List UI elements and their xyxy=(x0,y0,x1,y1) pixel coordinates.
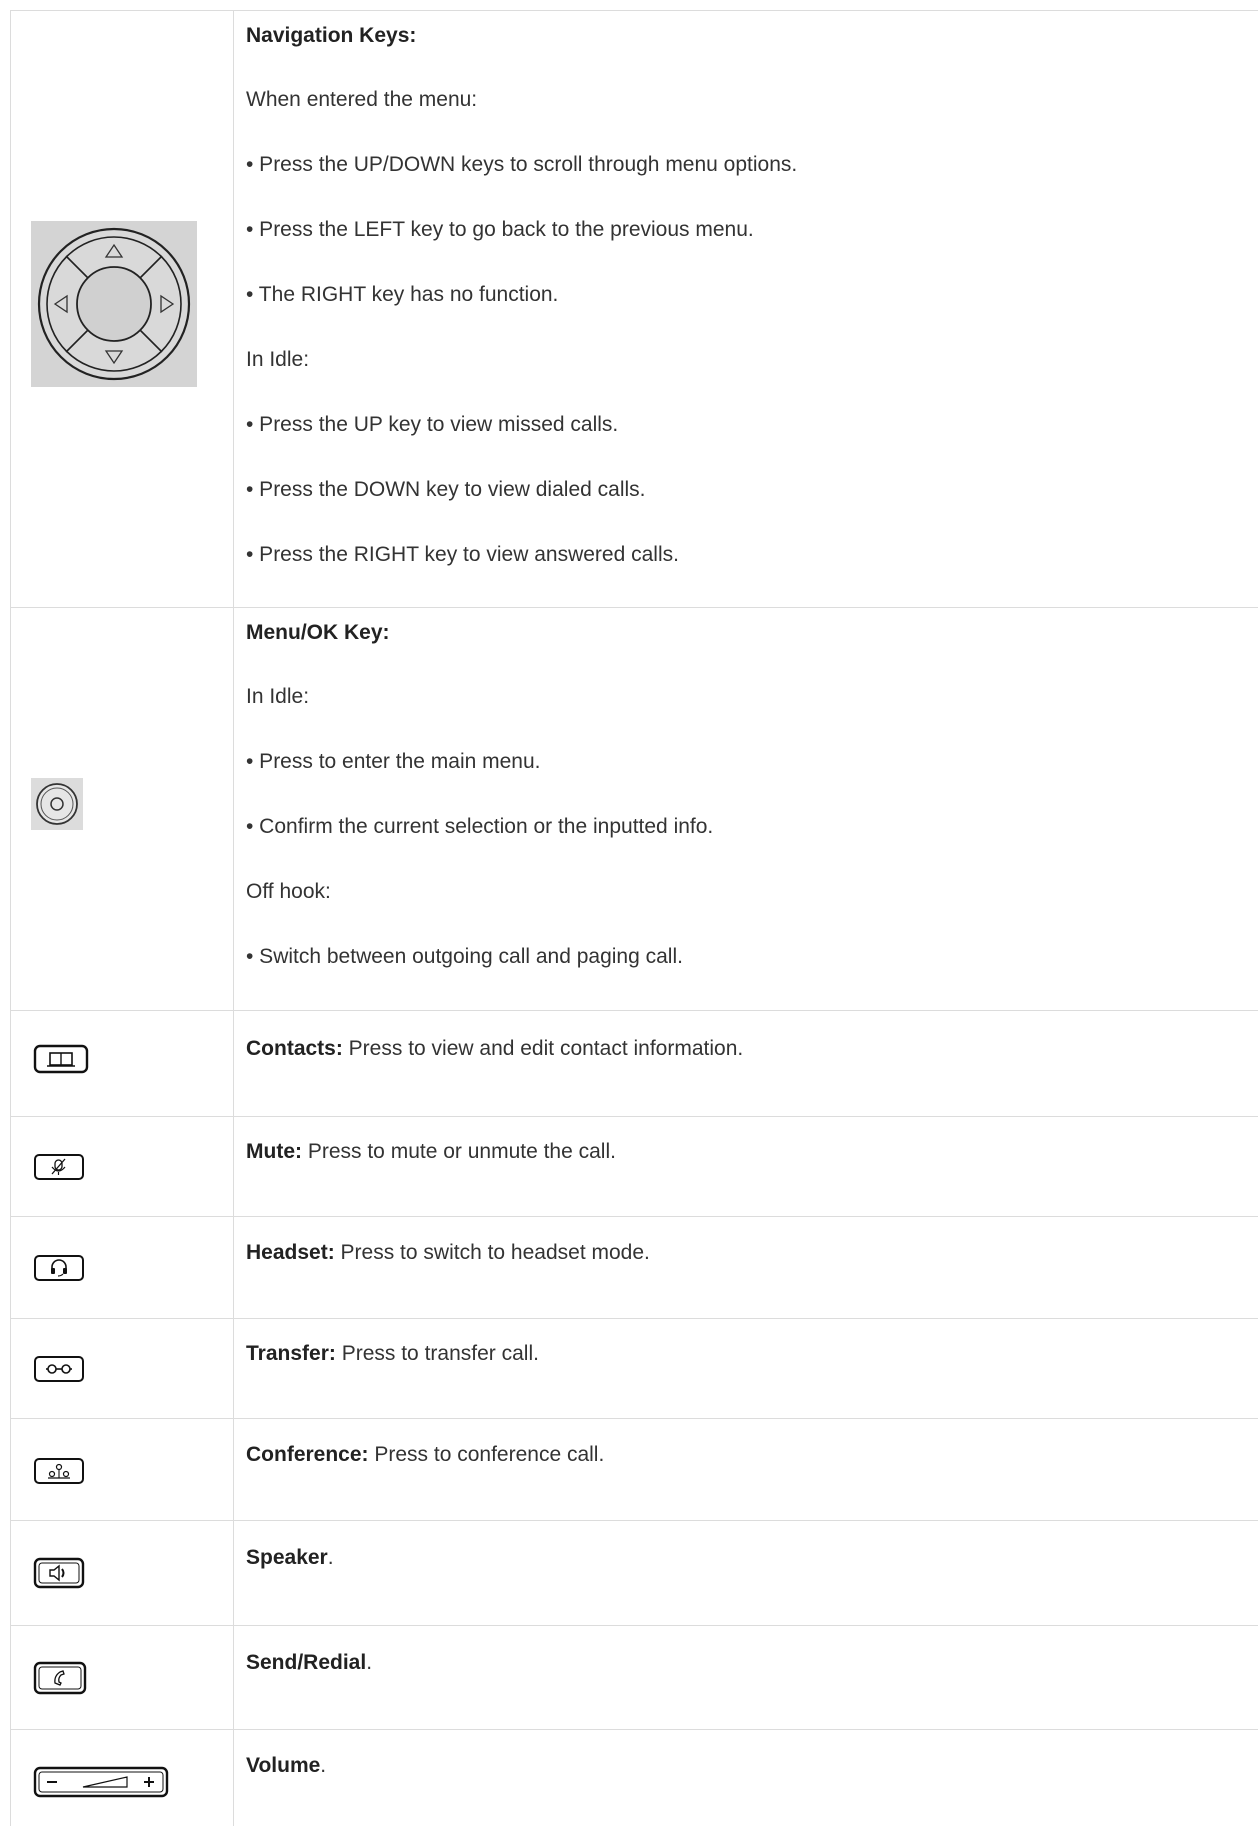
headset-text-cell: Headset: Press to switch to headset mode… xyxy=(246,1217,1248,1318)
transfer-icon xyxy=(33,1355,85,1383)
contacts-desc: Press to view and edit contact informati… xyxy=(342,1037,744,1060)
volume-desc: . xyxy=(320,1754,327,1777)
navigation-line-1: When entered the menu: xyxy=(246,88,478,111)
volume-description: Volume. xyxy=(246,1753,326,1779)
conference-text-cell: Conference: Press to conference call. xyxy=(246,1419,1248,1520)
volume-text-cell: Volume. xyxy=(246,1730,1248,1826)
menu-ok-key-icon xyxy=(31,778,83,830)
column-divider xyxy=(233,10,234,1826)
send-redial-icon-cell xyxy=(11,1626,233,1729)
navigation-pad-icon xyxy=(31,221,197,387)
navigation-keys-title: Navigation Keys: xyxy=(246,24,417,47)
menu-ok-title: Menu/OK Key: xyxy=(246,621,390,644)
menu-ok-line-5: • Switch between outgoing call and pagin… xyxy=(246,945,683,968)
conference-desc: Press to conference call. xyxy=(368,1443,605,1466)
mute-icon-cell xyxy=(11,1117,233,1216)
headset-icon-cell xyxy=(11,1217,233,1318)
navigation-line-7: • Press the DOWN key to view dialed call… xyxy=(246,478,646,501)
volume-title: Volume xyxy=(246,1754,321,1777)
navigation-text-cell: Navigation Keys: When entered the menu: … xyxy=(246,11,1248,607)
conference-icon-cell xyxy=(11,1419,233,1520)
navigation-line-3: • Press the LEFT key to go back to the p… xyxy=(246,218,754,241)
navigation-line-2: • Press the UP/DOWN keys to scroll throu… xyxy=(246,153,798,176)
mute-desc: Press to mute or unmute the call. xyxy=(302,1140,616,1163)
speaker-icon-cell xyxy=(11,1521,233,1625)
conference-description: Conference: Press to conference call. xyxy=(246,1442,604,1468)
transfer-text-cell: Transfer: Press to transfer call. xyxy=(246,1319,1248,1418)
menu-ok-line-3: • Confirm the current selection or the i… xyxy=(246,815,714,838)
speaker-text-cell: Speaker. xyxy=(246,1521,1248,1625)
speaker-icon xyxy=(33,1557,85,1589)
conference-icon xyxy=(33,1457,85,1485)
navigation-line-5: In Idle: xyxy=(246,348,310,371)
transfer-icon-cell xyxy=(11,1319,233,1418)
transfer-title: Transfer: xyxy=(246,1342,336,1365)
headset-icon xyxy=(33,1254,85,1282)
headset-desc: Press to switch to headset mode. xyxy=(334,1241,650,1264)
menu-ok-line-4: Off hook: xyxy=(246,880,331,903)
transfer-description: Transfer: Press to transfer call. xyxy=(246,1341,539,1367)
navigation-line-6: • Press the UP key to view missed calls. xyxy=(246,413,619,436)
volume-rocker-icon xyxy=(33,1766,169,1798)
navigation-line-8: • Press the RIGHT key to view answered c… xyxy=(246,543,679,566)
menu-ok-text-cell: Menu/OK Key: In Idle: • Press to enter t… xyxy=(246,608,1248,1010)
menu-ok-icon-cell xyxy=(11,608,233,1010)
mute-text-cell: Mute: Press to mute or unmute the call. xyxy=(246,1117,1248,1216)
mute-title: Mute: xyxy=(246,1140,302,1163)
send-redial-title: Send/Redial xyxy=(246,1651,367,1674)
contacts-book-icon xyxy=(33,1044,89,1074)
speaker-title: Speaker xyxy=(246,1546,328,1569)
menu-ok-line-1: In Idle: xyxy=(246,685,310,708)
contacts-title: Contacts: xyxy=(246,1037,343,1060)
send-redial-text-cell: Send/Redial. xyxy=(246,1626,1248,1729)
conference-title: Conference: xyxy=(246,1443,369,1466)
send-redial-description: Send/Redial. xyxy=(246,1650,372,1676)
speaker-description: Speaker. xyxy=(246,1545,334,1571)
headset-description: Headset: Press to switch to headset mode… xyxy=(246,1240,650,1266)
key-description-table: Navigation Keys: When entered the menu: … xyxy=(0,0,1258,1826)
navigation-icon-cell xyxy=(11,11,233,607)
send-redial-desc: . xyxy=(366,1651,373,1674)
headset-title: Headset: xyxy=(246,1241,335,1264)
mute-description: Mute: Press to mute or unmute the call. xyxy=(246,1139,616,1165)
transfer-desc: Press to transfer call. xyxy=(335,1342,539,1365)
speaker-desc: . xyxy=(327,1546,334,1569)
contacts-text-cell: Contacts: Press to view and edit contact… xyxy=(246,1011,1248,1116)
navigation-line-4: • The RIGHT key has no function. xyxy=(246,283,559,306)
mute-microphone-icon xyxy=(33,1153,85,1181)
volume-icon-cell xyxy=(11,1730,233,1826)
contacts-icon-cell xyxy=(11,1011,233,1116)
contacts-description: Contacts: Press to view and edit contact… xyxy=(246,1036,743,1062)
menu-ok-line-2: • Press to enter the main menu. xyxy=(246,750,541,773)
handset-icon xyxy=(33,1661,87,1695)
